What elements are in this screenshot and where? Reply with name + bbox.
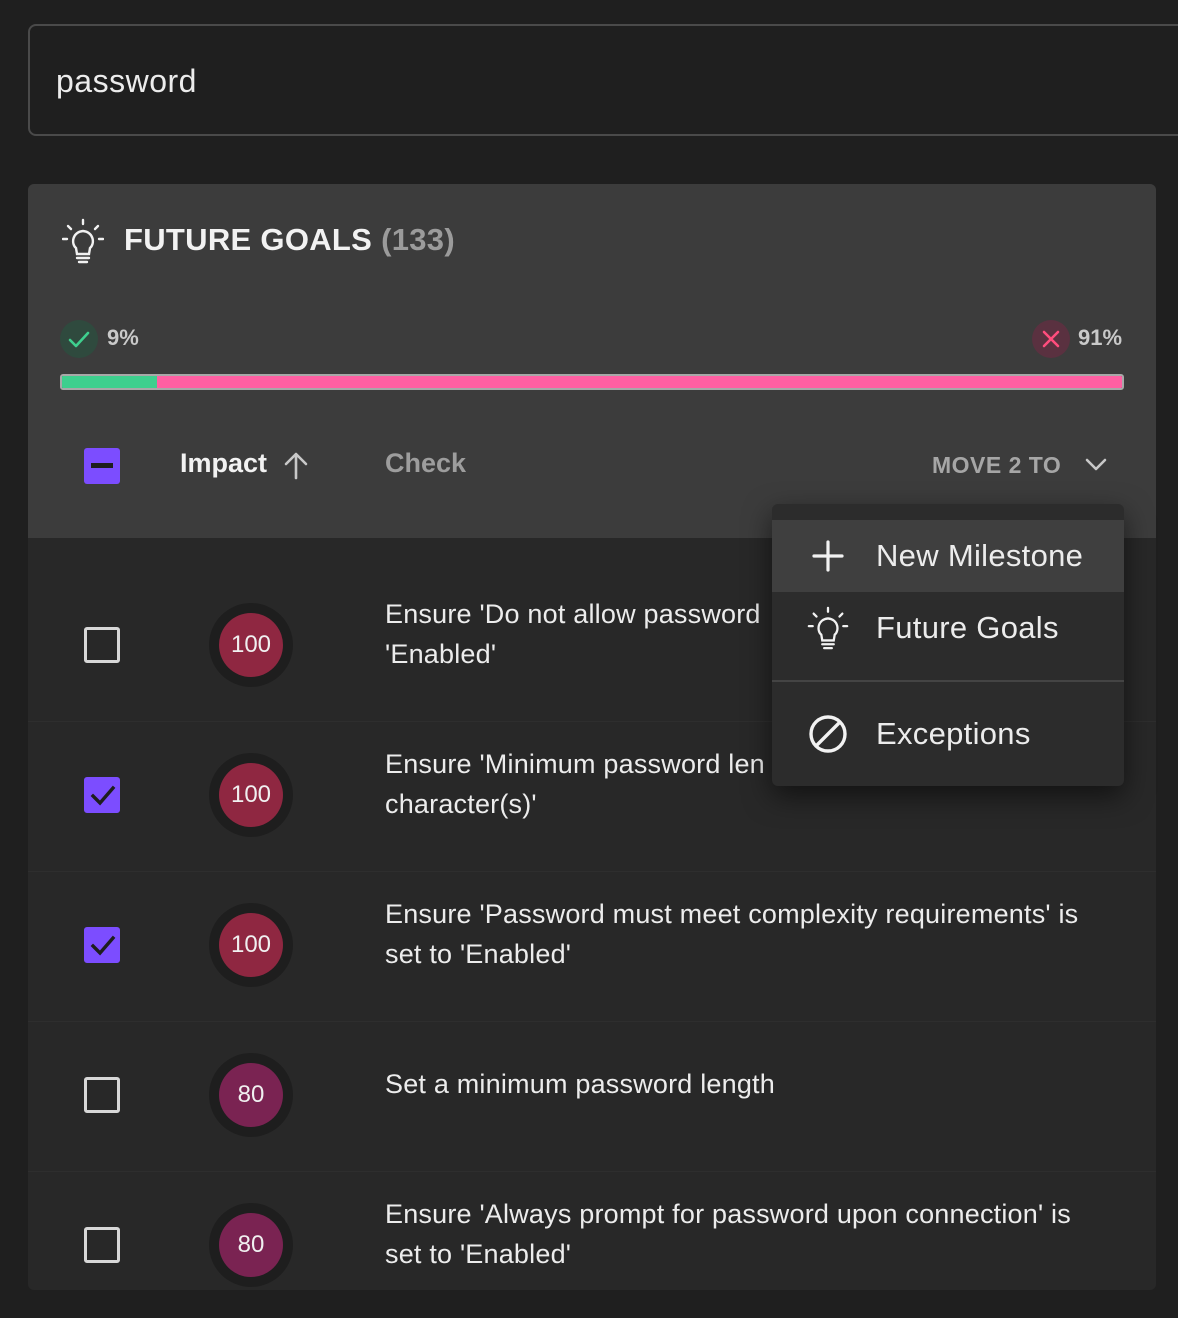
checkmark-icon bbox=[90, 785, 116, 806]
section-title: FUTURE GOALS (133) bbox=[124, 222, 455, 258]
block-icon bbox=[809, 715, 847, 753]
checkmark-icon bbox=[90, 935, 116, 956]
table-row[interactable]: 80 Ensure 'Always prompt for password up… bbox=[28, 1172, 1156, 1290]
menu-item-label: Future Goals bbox=[876, 610, 1059, 645]
menu-divider bbox=[772, 680, 1124, 682]
fail-percent: 91% bbox=[1078, 325, 1123, 350]
move-to-label: MOVE 2 TO bbox=[932, 452, 1062, 478]
check-text-line1: Set a minimum password length bbox=[385, 1069, 775, 1099]
search-field[interactable] bbox=[28, 24, 1178, 136]
impact-score: 100 bbox=[209, 903, 293, 987]
move-to-button[interactable]: MOVE 2 TO bbox=[926, 446, 1116, 482]
select-all-checkbox[interactable] bbox=[84, 448, 120, 484]
impact-score: 100 bbox=[209, 603, 293, 687]
row-checkbox[interactable] bbox=[84, 1077, 120, 1113]
check-text: Ensure 'Always prompt for password upon … bbox=[385, 1194, 1125, 1274]
impact-column-header[interactable]: Impact bbox=[180, 448, 267, 479]
move-to-menu: New Milestone Future Goals Exceptions bbox=[772, 504, 1124, 786]
progress-pass-fill bbox=[62, 376, 158, 388]
row-checkbox[interactable] bbox=[84, 627, 120, 663]
pass-badge bbox=[60, 320, 98, 358]
check-text: Set a minimum password length bbox=[385, 1064, 1125, 1104]
impact-value: 100 bbox=[219, 613, 283, 677]
impact-score: 100 bbox=[209, 753, 293, 837]
menu-item-label: Exceptions bbox=[876, 716, 1031, 751]
lightbulb-icon bbox=[62, 218, 104, 264]
menu-item-exceptions[interactable]: Exceptions bbox=[772, 698, 1124, 770]
section-title-text: FUTURE GOALS bbox=[124, 222, 373, 257]
progress-bar bbox=[60, 374, 1124, 390]
check-icon bbox=[68, 331, 90, 348]
menu-item-label: New Milestone bbox=[876, 538, 1084, 573]
close-icon bbox=[1042, 330, 1060, 348]
row-checkbox[interactable] bbox=[84, 777, 120, 813]
chevron-down-icon bbox=[1085, 458, 1107, 471]
check-text-line1: Ensure 'Password must meet complexity re… bbox=[385, 899, 1079, 929]
impact-value: 80 bbox=[219, 1063, 283, 1127]
check-text-line2: character(s)' bbox=[385, 789, 537, 819]
pass-percent: 9% bbox=[107, 325, 139, 350]
section-count: (133) bbox=[381, 222, 455, 257]
check-text: Ensure 'Password must meet complexity re… bbox=[385, 894, 1125, 974]
impact-value: 80 bbox=[219, 1213, 283, 1277]
arrow-up-icon[interactable] bbox=[282, 450, 310, 480]
check-text-line2: set to 'Enabled' bbox=[385, 939, 572, 969]
plus-icon bbox=[812, 540, 844, 572]
impact-value: 100 bbox=[219, 763, 283, 827]
menu-item-future-goals[interactable]: Future Goals bbox=[772, 592, 1124, 664]
card-header: FUTURE GOALS (133) 9% 91% Impact Check M… bbox=[28, 184, 1156, 538]
check-text-line2: set to 'Enabled' bbox=[385, 1239, 572, 1269]
table-row[interactable]: 100 Ensure 'Password must meet complexit… bbox=[28, 872, 1156, 1022]
check-column-header[interactable]: Check bbox=[385, 448, 466, 479]
search-input[interactable] bbox=[56, 56, 1056, 106]
progress-fail-fill bbox=[157, 376, 1122, 388]
impact-value: 100 bbox=[219, 913, 283, 977]
lightbulb-icon bbox=[807, 606, 849, 650]
row-checkbox[interactable] bbox=[84, 1227, 120, 1263]
check-text-line1: Ensure 'Always prompt for password upon … bbox=[385, 1199, 1071, 1229]
table-row[interactable]: 80 Set a minimum password length bbox=[28, 1022, 1156, 1172]
row-checkbox[interactable] bbox=[84, 927, 120, 963]
menu-item-new-milestone[interactable]: New Milestone bbox=[772, 520, 1124, 592]
impact-score: 80 bbox=[209, 1203, 293, 1287]
fail-badge bbox=[1032, 320, 1070, 358]
impact-score: 80 bbox=[209, 1053, 293, 1137]
